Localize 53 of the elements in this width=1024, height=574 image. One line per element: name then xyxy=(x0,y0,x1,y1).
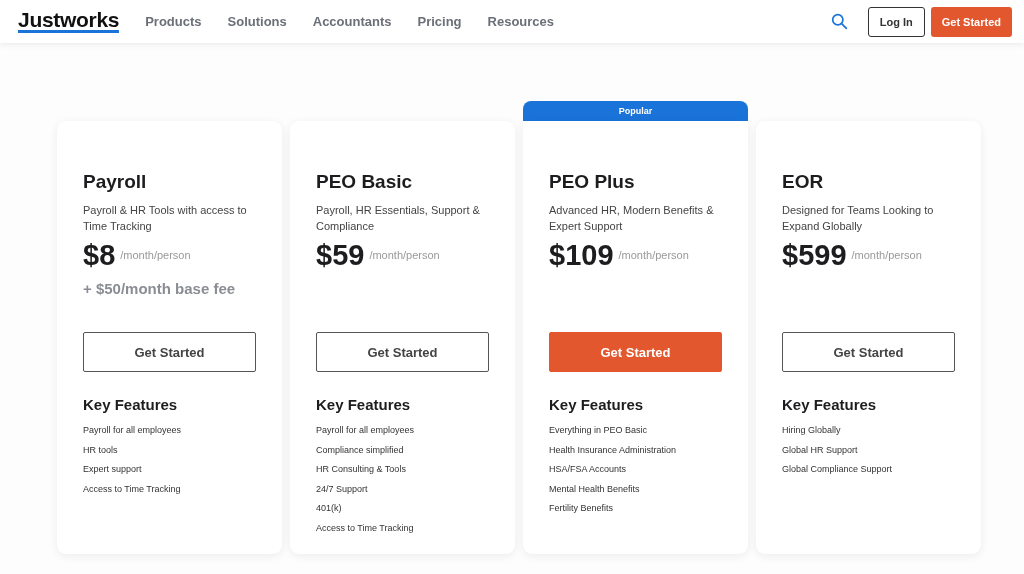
feature-item: Global HR Support xyxy=(782,443,859,457)
feature-item: Global Compliance Support xyxy=(782,463,894,476)
nav-link[interactable]: Solutions xyxy=(227,14,287,29)
nav-link[interactable]: Accountants xyxy=(312,14,392,29)
feature-item: Access to Time Tracking xyxy=(83,482,182,496)
get-started-button[interactable]: Get Started xyxy=(930,6,1012,37)
price-unit: /month/person xyxy=(369,249,440,261)
features-heading: Key Features xyxy=(549,396,645,414)
price-unit: /month/person xyxy=(618,249,689,261)
price-unit: /month/person xyxy=(120,249,191,261)
price: $109 xyxy=(549,238,614,272)
feature-item: HR Consulting & Tools xyxy=(316,463,407,476)
plan-name: EOR xyxy=(782,171,825,193)
price: $599 xyxy=(782,238,847,272)
plan-description: Payroll & HR Tools with access to Time Tracking xyxy=(83,203,248,234)
plan-description: Designed for Teams Looking to Expand Globally xyxy=(782,203,935,234)
base-fee: + $50/month base fee xyxy=(83,280,237,297)
feature-item: Health Insurance Administration xyxy=(549,443,678,457)
feature-item: Mental Health Benefits xyxy=(549,482,641,496)
get-started-button[interactable]: Get Started xyxy=(782,332,955,372)
feature-item: Access to Time Tracking xyxy=(316,521,415,535)
feature-item: Compliance simplified xyxy=(316,443,405,457)
nav-link[interactable]: Pricing xyxy=(417,14,462,29)
nav-link[interactable]: Products xyxy=(145,14,202,29)
feature-item: HSA/FSA Accounts xyxy=(549,463,628,476)
search-icon[interactable] xyxy=(830,13,848,30)
popular-badge: Popular xyxy=(523,101,748,121)
features-heading: Key Features xyxy=(782,396,878,414)
plan-name: PEO Plus xyxy=(549,171,636,193)
get-started-button[interactable]: Get Started xyxy=(83,332,256,372)
feature-item: Fertility Benefits xyxy=(549,502,615,515)
logo[interactable]: Justworks xyxy=(18,10,120,33)
feature-item: 24/7 Support xyxy=(316,482,369,496)
plan-description: Payroll, HR Essentials, Support & Compliance xyxy=(316,203,481,234)
get-started-button[interactable]: Get Started xyxy=(549,332,722,372)
feature-item: Payroll for all employees xyxy=(83,424,183,437)
get-started-button[interactable]: Get Started xyxy=(316,332,489,372)
plan-description: Advanced HR, Modern Benefits & Expert Support xyxy=(549,203,715,234)
nav-link[interactable]: Resources xyxy=(487,14,555,29)
features-heading: Key Features xyxy=(83,396,179,414)
feature-item: Everything in PEO Basic xyxy=(549,424,649,437)
feature-item: HR tools xyxy=(83,443,119,457)
plan-name: PEO Basic xyxy=(316,171,414,193)
login-button[interactable]: Log In xyxy=(867,6,925,37)
price-unit: /month/person xyxy=(851,249,922,261)
feature-item: Expert support xyxy=(83,463,143,476)
plan-name: Payroll xyxy=(83,171,148,193)
features-heading: Key Features xyxy=(316,396,412,414)
price: $59 xyxy=(316,238,365,272)
feature-item: 401(k) xyxy=(316,502,343,515)
feature-item: Hiring Globally xyxy=(782,424,842,437)
feature-item: Payroll for all employees xyxy=(316,424,416,437)
price: $8 xyxy=(83,238,116,272)
